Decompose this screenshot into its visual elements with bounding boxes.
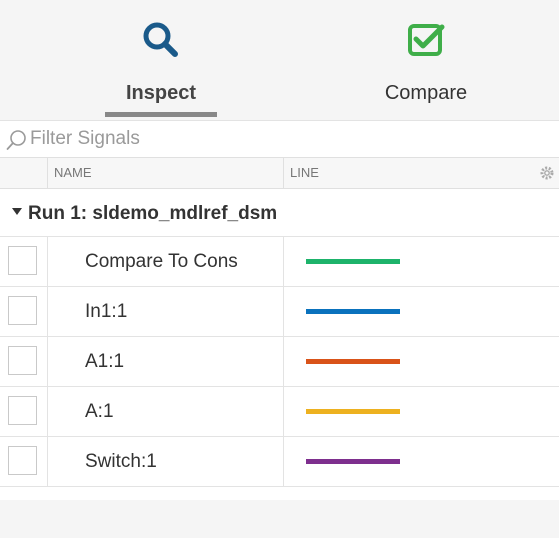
column-divider [283, 287, 284, 336]
column-divider [283, 237, 284, 286]
table-row[interactable]: Switch:1 [0, 437, 559, 487]
column-separator [283, 158, 284, 189]
signal-name: In1:1 [85, 301, 128, 322]
run-group-row[interactable]: Run 1: sldemo_mdlref_dsm [0, 189, 559, 237]
signal-checkbox[interactable] [8, 346, 37, 375]
column-header-line[interactable]: LINE [290, 165, 319, 180]
magnifier-icon [143, 22, 178, 57]
signal-checkbox[interactable] [8, 246, 37, 275]
column-divider [47, 387, 48, 436]
column-divider [47, 287, 48, 336]
signals-table: NAME LINE Run 1: sldemo_mdlref_dsm Compa… [0, 157, 559, 500]
filter-bar [0, 120, 559, 158]
filter-signals-input[interactable] [30, 125, 530, 153]
signal-name: Compare To Cons [85, 251, 238, 272]
gear-icon[interactable] [539, 165, 555, 181]
tab-inspect-label: Inspect [125, 82, 197, 104]
signal-name: A1:1 [85, 351, 125, 372]
column-separator [47, 158, 48, 189]
tab-compare-label: Compare [384, 82, 468, 104]
line-color-swatch[interactable] [306, 359, 400, 364]
checkbox-check-icon [408, 24, 445, 56]
tab-compare[interactable]: Compare [370, 0, 482, 120]
column-header-name[interactable]: NAME [54, 165, 92, 180]
signal-name: A:1 [85, 401, 114, 422]
tab-inspect[interactable]: Inspect [105, 0, 217, 120]
line-color-swatch[interactable] [306, 459, 400, 464]
line-color-swatch[interactable] [306, 309, 400, 314]
run-group-label: Run 1: sldemo_mdlref_dsm [28, 203, 278, 224]
signal-checkbox[interactable] [8, 296, 37, 325]
table-row[interactable]: A1:1 [0, 337, 559, 387]
column-divider [47, 237, 48, 286]
line-color-swatch[interactable] [306, 259, 400, 264]
toolbar: Inspect Compare [0, 0, 559, 120]
table-row[interactable]: In1:1 [0, 287, 559, 337]
search-icon [6, 130, 26, 150]
signal-name: Switch:1 [85, 451, 157, 472]
column-divider [47, 437, 48, 486]
signal-checkbox[interactable] [8, 396, 37, 425]
selected-tab-indicator [105, 112, 217, 117]
expand-caret-icon[interactable] [12, 208, 22, 215]
table-row[interactable]: Compare To Cons [0, 237, 559, 287]
table-header: NAME LINE [0, 157, 559, 189]
line-color-swatch[interactable] [306, 409, 400, 414]
column-divider [283, 437, 284, 486]
table-row[interactable]: A:1 [0, 387, 559, 437]
column-divider [47, 337, 48, 386]
column-divider [283, 387, 284, 436]
column-divider [283, 337, 284, 386]
signal-checkbox[interactable] [8, 446, 37, 475]
